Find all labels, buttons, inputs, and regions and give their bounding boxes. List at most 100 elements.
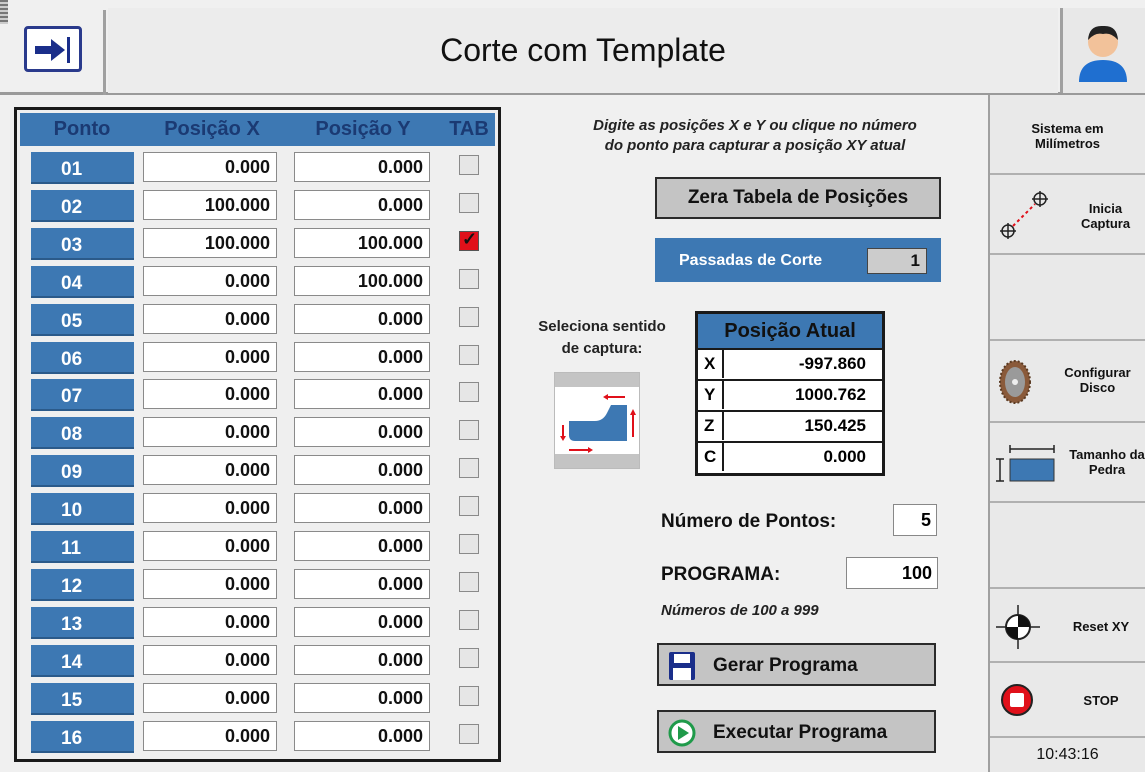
position-x-input[interactable]: 0.000 xyxy=(143,379,277,410)
tab-checkbox[interactable] xyxy=(459,420,479,441)
position-y-input[interactable]: 100.000 xyxy=(294,265,430,296)
position-x-input[interactable]: 0.000 xyxy=(143,265,277,296)
position-y-input[interactable]: 0.000 xyxy=(294,531,430,561)
tab-checkbox[interactable] xyxy=(459,192,479,213)
reset-xy-button[interactable]: Reset XY xyxy=(990,589,1145,663)
empty-slot-2 xyxy=(990,503,1145,589)
tab-checkbox[interactable] xyxy=(459,571,479,592)
table-row: 14 0.000 0.000 xyxy=(17,643,498,681)
point-button[interactable]: 13 xyxy=(31,606,134,639)
tab-checkbox[interactable] xyxy=(459,685,479,706)
axis-label: Y xyxy=(704,385,716,404)
disc-line-1: Configurar xyxy=(1064,365,1131,380)
program-input[interactable]: 100 xyxy=(846,557,938,589)
point-button[interactable]: 16 xyxy=(31,720,134,753)
stop-button[interactable]: STOP xyxy=(990,663,1145,738)
point-button[interactable]: 11 xyxy=(31,531,134,563)
tab-checkbox[interactable] xyxy=(459,647,479,668)
position-y-input[interactable]: 0.000 xyxy=(294,720,430,751)
stone-size-button[interactable]: Tamanho da Pedra xyxy=(990,423,1145,503)
user-button[interactable] xyxy=(1060,8,1145,93)
position-x-input[interactable]: 0.000 xyxy=(143,417,277,448)
position-y-input[interactable]: 0.000 xyxy=(294,568,430,599)
point-button[interactable]: 12 xyxy=(31,568,134,601)
generate-program-button[interactable]: Gerar Programa xyxy=(657,643,936,686)
point-button[interactable]: 02 xyxy=(31,189,134,222)
tab-checkbox[interactable] xyxy=(459,458,479,479)
point-button[interactable]: 03 xyxy=(31,227,134,260)
position-x-input[interactable]: 0.000 xyxy=(143,303,277,334)
point-button[interactable]: 07 xyxy=(31,379,134,412)
position-y-input[interactable]: 0.000 xyxy=(294,189,430,220)
instruction-line-2: do ponto para capturar a posição XY atua… xyxy=(604,137,906,154)
position-y-input[interactable]: 0.000 xyxy=(294,341,430,372)
position-y-input[interactable]: 0.000 xyxy=(294,152,430,182)
position-x-input[interactable]: 0.000 xyxy=(143,531,277,561)
position-x-input[interactable]: 0.000 xyxy=(143,644,277,675)
position-y-input[interactable]: 0.000 xyxy=(294,682,430,713)
point-button[interactable]: 10 xyxy=(31,493,134,526)
capture-direction-label: Seleciona sentido de captura: xyxy=(514,316,690,360)
axis-value: -997.860 xyxy=(798,354,866,373)
tab-checkbox[interactable] xyxy=(459,382,479,403)
position-y-input[interactable]: 0.000 xyxy=(294,303,430,334)
position-y-input[interactable]: 0.000 xyxy=(294,379,430,410)
tab-checkbox[interactable] xyxy=(459,609,479,630)
tab-checkbox[interactable] xyxy=(459,306,479,327)
position-y-input[interactable]: 0.000 xyxy=(294,493,430,524)
tab-checkbox[interactable] xyxy=(459,229,479,251)
tab-checkbox[interactable] xyxy=(459,534,479,554)
header: Corte com Template xyxy=(0,0,1145,95)
stone-line-2: Pedra xyxy=(1088,462,1126,477)
saw-disc-icon xyxy=(999,360,1031,404)
position-y-input[interactable]: 0.000 xyxy=(294,606,430,637)
position-y-input[interactable]: 0.000 xyxy=(294,455,430,486)
position-x-input[interactable]: 0.000 xyxy=(143,720,277,751)
position-x-input[interactable]: 0.000 xyxy=(143,341,277,372)
position-x-input[interactable]: 0.000 xyxy=(143,455,277,486)
position-y-input[interactable]: 0.000 xyxy=(294,644,430,675)
tab-checkbox[interactable] xyxy=(459,268,479,289)
point-button[interactable]: 09 xyxy=(31,455,134,488)
position-x-input[interactable]: 100.000 xyxy=(143,227,277,258)
point-button[interactable]: 15 xyxy=(31,682,134,715)
execute-program-button[interactable]: Executar Programa xyxy=(657,710,936,753)
configure-disc-button[interactable]: Configurar Disco xyxy=(990,341,1145,423)
point-button[interactable]: 14 xyxy=(31,644,134,677)
capture-direction-button[interactable] xyxy=(554,372,640,469)
table-row: 15 0.000 0.000 xyxy=(17,681,498,719)
num-points-input[interactable]: 5 xyxy=(893,504,937,536)
position-x-input[interactable]: 0.000 xyxy=(143,152,277,182)
position-x-input[interactable]: 0.000 xyxy=(143,568,277,599)
point-button[interactable]: 05 xyxy=(31,303,134,336)
units-button[interactable]: Sistema em Milímetros xyxy=(990,95,1145,175)
start-capture-button[interactable]: Inicia Captura xyxy=(990,175,1145,255)
table-row: 04 0.000 100.000 xyxy=(17,264,498,302)
point-button[interactable]: 01 xyxy=(31,152,134,184)
reset-table-button[interactable]: Zera Tabela de Posições xyxy=(655,177,941,219)
exit-button[interactable] xyxy=(8,10,106,95)
right-sidebar: Sistema em Milímetros Inicia Captura Con… xyxy=(988,95,1145,772)
tab-checkbox[interactable] xyxy=(459,155,479,175)
table-row: 09 0.000 0.000 xyxy=(17,453,498,491)
position-x-input[interactable]: 0.000 xyxy=(143,493,277,524)
header-posicao-y: Posição Y xyxy=(315,118,411,140)
table-row: 01 0.000 0.000 xyxy=(17,150,498,188)
tab-checkbox[interactable] xyxy=(459,496,479,517)
position-x-input[interactable]: 100.000 xyxy=(143,189,277,220)
position-x-input[interactable]: 0.000 xyxy=(143,682,277,713)
axis-value: 0.000 xyxy=(823,447,866,466)
position-row: C 0.000 xyxy=(698,441,882,471)
tab-checkbox[interactable] xyxy=(459,344,479,365)
units-line-2: Milímetros xyxy=(1034,136,1100,151)
tab-checkbox[interactable] xyxy=(459,723,479,744)
point-button[interactable]: 04 xyxy=(31,265,134,298)
capture-direction-line-1: Seleciona sentido xyxy=(538,318,666,335)
passes-input[interactable]: 1 xyxy=(867,248,927,274)
position-y-input[interactable]: 0.000 xyxy=(294,417,430,448)
point-button[interactable]: 06 xyxy=(31,341,134,374)
position-x-input[interactable]: 0.000 xyxy=(143,606,277,637)
position-y-input[interactable]: 100.000 xyxy=(294,227,430,258)
point-button[interactable]: 08 xyxy=(31,417,134,450)
column-divider xyxy=(722,412,724,440)
